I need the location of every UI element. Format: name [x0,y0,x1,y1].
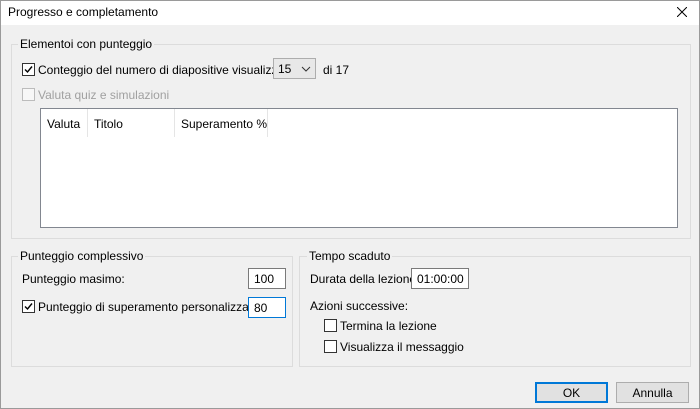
count-slides-label: Conteggio del numero di diapositive visu… [38,63,298,77]
custom-pass-label: Punteggio di superamento personalizzato: [38,300,263,314]
timeout-group-label: Tempo scaduto [307,249,393,263]
show-message-label: Visualizza il messaggio [340,340,464,354]
chevron-down-icon [301,66,311,72]
cancel-button-label: Annulla [632,385,673,400]
column-header-label: Superamento % [181,117,268,131]
custom-pass-checkbox[interactable] [22,300,35,313]
overall-score-group-label: Punteggio complessivo [18,249,146,263]
show-message-checkbox[interactable] [324,340,337,353]
quiz-sims-checkbox[interactable] [22,88,35,101]
column-header-valuta[interactable]: Valuta [41,109,88,137]
max-score-label: Punteggio masimo: [22,272,125,286]
checkmark-icon [24,303,33,311]
title-bar: Progresso e completamento [1,1,699,25]
end-lesson-checkbox[interactable] [324,319,337,332]
next-actions-label: Azioni successive: [310,299,409,313]
table-header: Valuta Titolo Superamento % [41,109,268,137]
quiz-sims-label: Valuta quiz e simulazioni [38,88,170,102]
window-title: Progresso e completamento [8,5,159,19]
slides-count-dropdown[interactable]: 15 [273,58,316,79]
slides-total-label: di 17 [323,63,350,77]
count-slides-checkbox[interactable] [22,63,35,76]
progress-completion-dialog: Progresso e completamento Elementoi con … [0,0,700,409]
ok-button[interactable]: OK [535,382,608,403]
column-header-label: Titolo [94,117,123,131]
column-header-superamento[interactable]: Superamento % [175,109,268,137]
lesson-duration-input[interactable]: 01:00:00 [411,268,469,289]
lesson-duration-label: Durata della lezione: [310,272,420,286]
checkmark-icon [24,66,33,74]
scored-items-group-label: Elementoi con punteggio [18,37,155,51]
ok-button-label: OK [562,385,581,400]
scored-items-table[interactable]: Valuta Titolo Superamento % [40,108,678,228]
slides-count-value: 15 [278,62,292,76]
cancel-button[interactable]: Annulla [616,382,689,403]
column-header-titolo[interactable]: Titolo [88,109,175,137]
column-header-label: Valuta [47,117,81,131]
custom-pass-input[interactable]: 80 [248,297,286,318]
close-icon [677,7,687,17]
end-lesson-label: Termina la lezione [340,319,437,333]
close-button[interactable] [667,1,697,23]
max-score-input[interactable]: 100 [248,268,286,289]
